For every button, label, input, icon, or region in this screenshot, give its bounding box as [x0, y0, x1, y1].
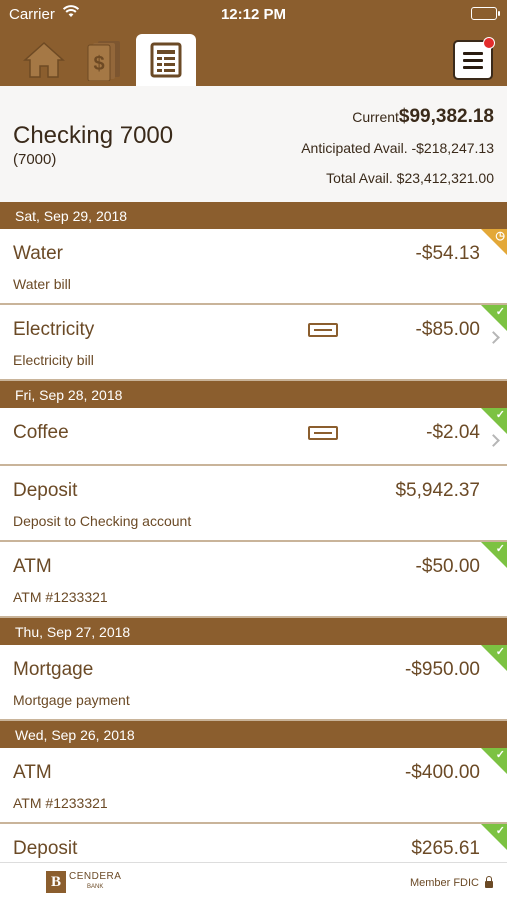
transaction-description: ATM #1233321 [13, 795, 108, 811]
money-icon: $ [84, 39, 124, 81]
transaction-name: Coffee [13, 422, 69, 443]
home-icon [23, 40, 65, 80]
transaction-amount: -$50.00 [415, 556, 480, 577]
status-bar: Carrier 12:12 PM [0, 0, 507, 28]
transaction-name: ATM [13, 762, 52, 783]
date-header: Sat, Sep 29, 2018 [0, 202, 507, 229]
check-icon: ✓ [495, 646, 505, 658]
transaction-amount: -$950.00 [404, 659, 480, 680]
transaction-row[interactable]: Deposit Deposit to Checking account $5,9… [0, 466, 507, 542]
account-number: (7000) [13, 151, 57, 168]
transaction-amount: -$2.04 [426, 422, 480, 443]
notification-dot [483, 37, 495, 49]
current-balance: Current$99,382.18 [352, 106, 494, 128]
transaction-amount: -$400.00 [404, 762, 480, 783]
tab-transfer[interactable]: $ [74, 34, 134, 86]
transaction-list[interactable]: Sat, Sep 29, 2018 Water Water bill -$54.… [0, 202, 507, 900]
transaction-description: Water bill [13, 276, 71, 292]
check-icon: ✓ [495, 825, 505, 837]
transaction-row[interactable]: Mortgage Mortgage payment -$950.00 ✓ [0, 645, 507, 721]
ledger-icon [150, 42, 182, 78]
transaction-amount: -$54.13 [415, 243, 480, 264]
lock-icon [485, 876, 493, 888]
menu-button[interactable] [453, 37, 495, 80]
battery-icon [471, 7, 500, 20]
transaction-name: Mortgage [13, 659, 94, 680]
clock: 12:12 PM [220, 6, 287, 23]
bank-logo: B CENDERA BANK [46, 871, 121, 893]
check-icon: ✓ [495, 749, 505, 761]
svg-text:$: $ [93, 53, 104, 75]
transaction-description: Mortgage payment [13, 692, 130, 708]
hamburger-menu-icon [463, 51, 483, 55]
check-icon: ✓ [495, 306, 505, 318]
chevron-right-icon [487, 331, 500, 344]
current-balance-label: Current [352, 109, 399, 125]
transaction-row[interactable]: Water Water bill -$54.13 ◷ [0, 229, 507, 305]
transaction-amount: -$85.00 [415, 319, 480, 340]
tab-register[interactable] [136, 34, 196, 86]
current-balance-value: $99,382.18 [398, 106, 494, 127]
card-icon [308, 323, 338, 337]
top-bar: Carrier 12:12 PM $ [0, 0, 507, 86]
date-header: Thu, Sep 27, 2018 [0, 618, 507, 645]
transaction-row[interactable]: Coffee -$2.04 ✓ [0, 408, 507, 466]
clock-icon: ◷ [495, 230, 505, 242]
date-header: Fri, Sep 28, 2018 [0, 381, 507, 408]
fdic-notice: Member FDIC [409, 876, 493, 889]
transaction-amount: $5,942.37 [395, 480, 480, 501]
transaction-name: Water [13, 243, 63, 264]
anticipated-balance: Anticipated Avail. -$218,247.13 [301, 140, 494, 156]
account-summary: Checking 7000 (7000) Current$99,382.18 A… [0, 86, 507, 202]
transaction-description: Deposit to Checking account [13, 513, 192, 529]
bank-name-sub: BANK [87, 884, 104, 890]
check-icon: ✓ [495, 543, 505, 555]
bank-logo-icon: B [46, 871, 66, 893]
transaction-name: Electricity [13, 319, 95, 340]
total-available: Total Avail. $23,412,321.00 [326, 170, 494, 186]
transaction-description: ATM #1233321 [13, 589, 108, 605]
transaction-row[interactable]: ATM ATM #1233321 -$50.00 ✓ [0, 542, 507, 618]
transaction-row[interactable]: ATM ATM #1233321 -$400.00 ✓ [0, 748, 507, 824]
card-icon [308, 426, 338, 440]
transaction-row[interactable]: Electricity Electricity bill -$85.00 ✓ [0, 305, 507, 381]
transaction-name: Deposit [13, 480, 78, 501]
transaction-description: Electricity bill [13, 352, 94, 368]
account-name: Checking 7000 [13, 122, 174, 149]
transaction-name: ATM [13, 556, 52, 577]
bank-name: CENDERA [69, 871, 122, 882]
transaction-amount: $265.61 [411, 838, 480, 859]
check-icon: ✓ [495, 409, 505, 421]
chevron-right-icon [487, 434, 500, 447]
footer: B CENDERA BANK Member FDIC [0, 862, 507, 900]
transaction-name: Deposit [13, 838, 78, 859]
tab-home[interactable] [14, 34, 74, 86]
date-header: Wed, Sep 26, 2018 [0, 721, 507, 748]
fdic-label: Member FDIC [409, 877, 479, 889]
